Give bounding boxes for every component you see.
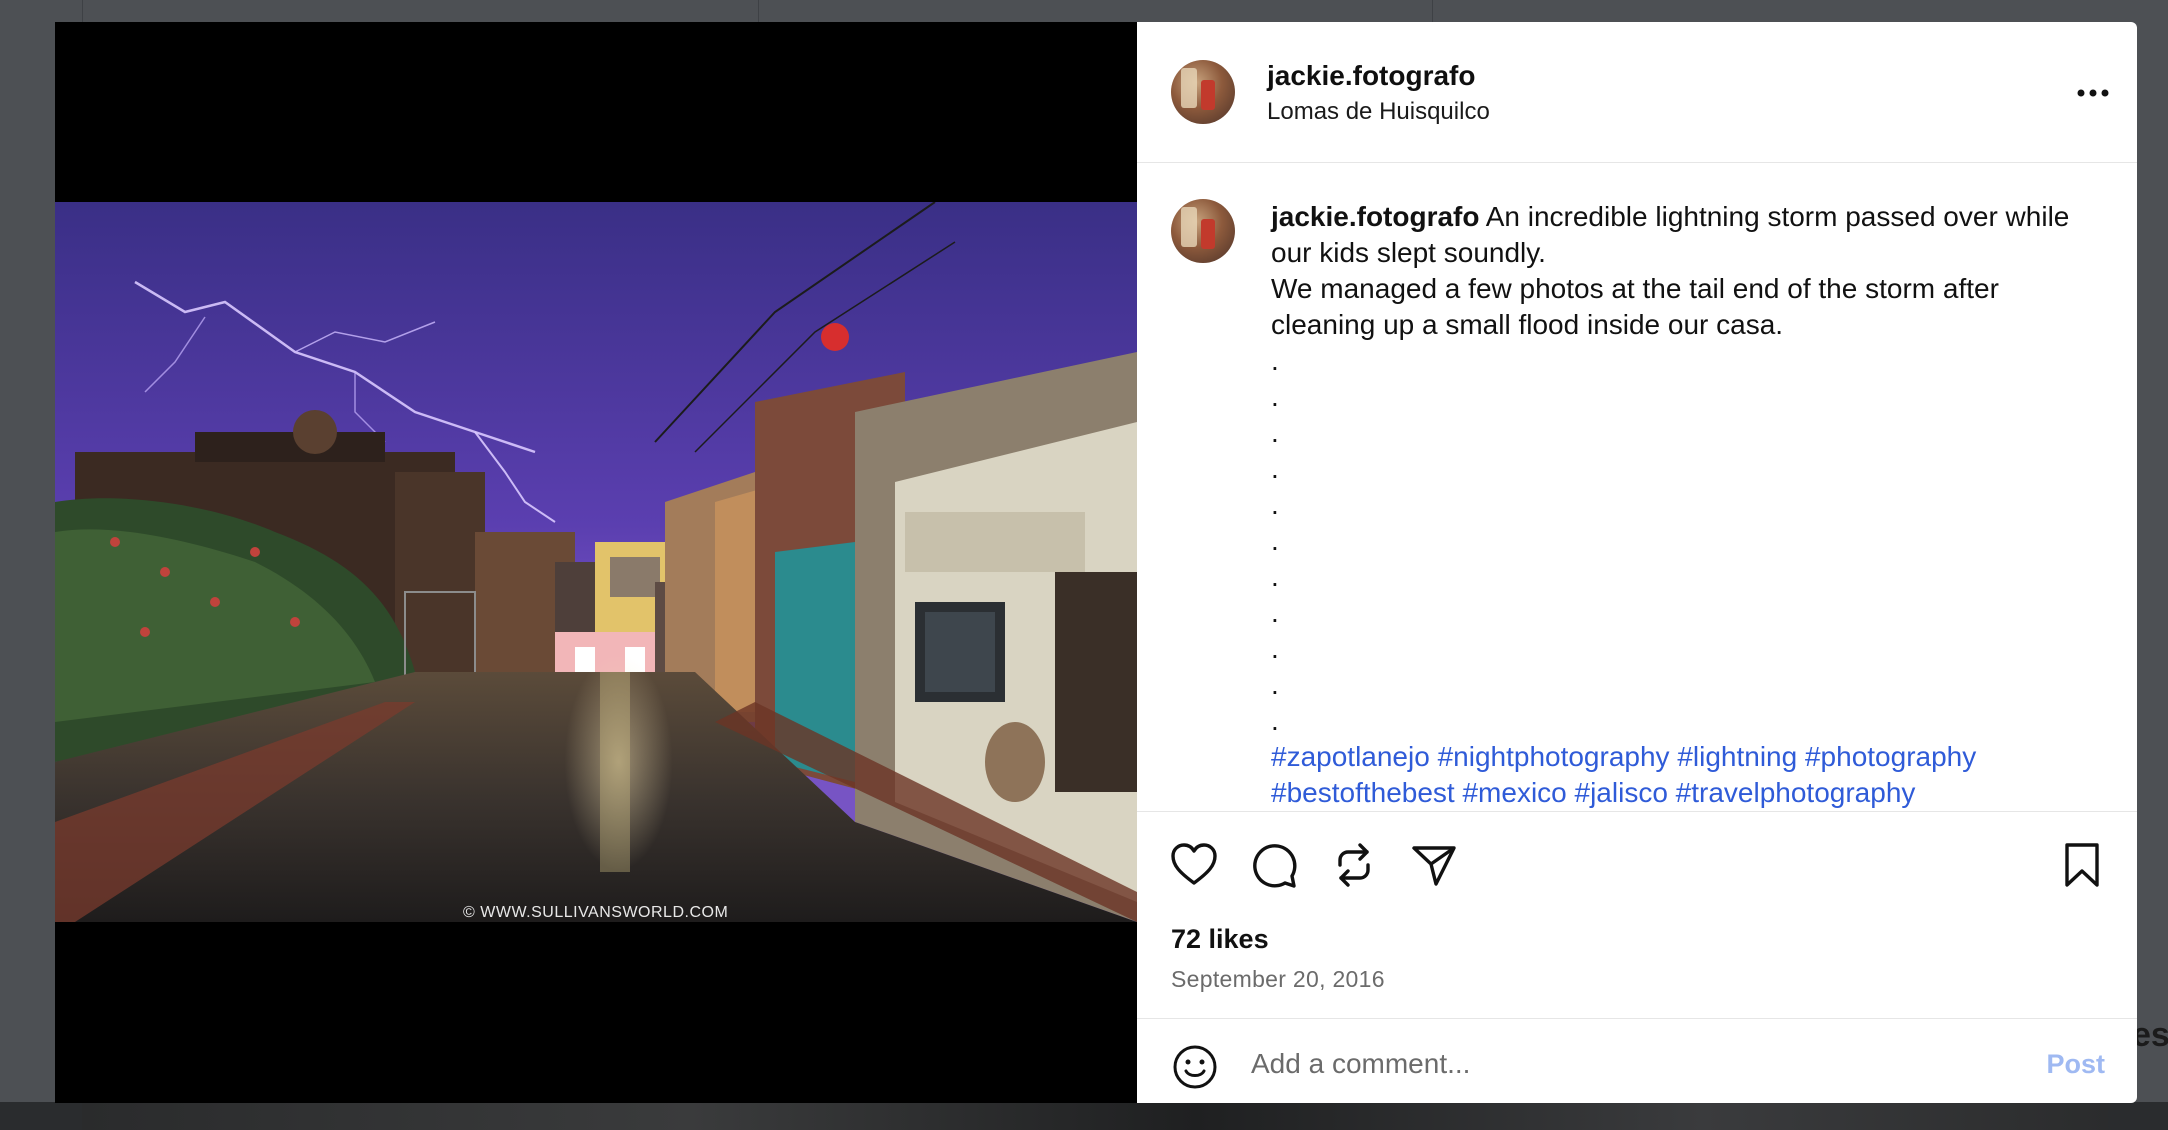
- avatar-detail: [1181, 207, 1197, 247]
- comment-bar: Post: [1137, 1018, 2137, 1103]
- photo-watermark: © WWW.SULLIVANSWORLD.COM: [463, 904, 729, 921]
- caption-dot: .: [1271, 525, 1279, 556]
- repost-icon[interactable]: [1329, 840, 1379, 890]
- avatar-detail: [1181, 68, 1197, 108]
- comments-scroll-area[interactable]: jackie.fotografo An incredible lightning…: [1137, 163, 2137, 811]
- backdrop-side-text: es: [2132, 1016, 2168, 1054]
- caption-dot: .: [1271, 633, 1279, 664]
- comment-icon[interactable]: [1249, 840, 1299, 890]
- comment-input[interactable]: [1249, 1037, 1953, 1091]
- caption-dot: .: [1271, 597, 1279, 628]
- caption-author-avatar[interactable]: [1171, 199, 1235, 263]
- caption-dot: .: [1271, 381, 1279, 412]
- post-comment-button[interactable]: Post: [2046, 1049, 2105, 1080]
- more-options-icon[interactable]: [2073, 86, 2113, 100]
- like-count[interactable]: 72 likes: [1171, 924, 1269, 955]
- caption-dot: .: [1271, 561, 1279, 592]
- backdrop-thumbnails: [82, 1102, 2108, 1130]
- post-header: jackie.fotografo Lomas de Huisquilco: [1137, 22, 2137, 163]
- send-icon[interactable]: [1409, 840, 1459, 890]
- caption-dot: .: [1271, 669, 1279, 700]
- author-avatar[interactable]: [1171, 60, 1235, 124]
- caption-dot: .: [1271, 417, 1279, 448]
- caption-dot: .: [1271, 453, 1279, 484]
- avatar-detail: [1201, 219, 1215, 249]
- author-username[interactable]: jackie.fotografo: [1267, 60, 1475, 92]
- post-date[interactable]: September 20, 2016: [1171, 966, 1385, 993]
- emoji-icon[interactable]: [1171, 1043, 1219, 1091]
- post-location[interactable]: Lomas de Huisquilco: [1267, 98, 1490, 126]
- caption-dot: .: [1271, 489, 1279, 520]
- heart-icon[interactable]: [1169, 840, 1219, 890]
- post-modal: © WWW.SULLIVANSWORLD.COM jackie.fotograf…: [55, 22, 2137, 1103]
- post-media[interactable]: © WWW.SULLIVANSWORLD.COM: [55, 22, 1137, 1103]
- caption-hashtags-line1[interactable]: #zapotlanejo #nightphotography #lightnin…: [1271, 741, 1976, 772]
- caption-dot: .: [1271, 705, 1279, 736]
- avatar-detail: [1201, 80, 1215, 110]
- post-photo: [55, 202, 1137, 922]
- caption-hashtags-line2[interactable]: #bestofthebest #mexico #jalisco #travelp…: [1271, 777, 1915, 808]
- bookmark-icon[interactable]: [2057, 840, 2107, 890]
- caption-dot: .: [1271, 345, 1279, 376]
- caption-text-line2: We managed a few photos at the tail end …: [1271, 273, 1999, 340]
- post-caption: jackie.fotografo An incredible lightning…: [1271, 199, 2091, 811]
- post-actions: 72 likes September 20, 2016 Post: [1137, 811, 2137, 1103]
- post-details-panel: jackie.fotografo Lomas de Huisquilco jac…: [1137, 22, 2137, 1103]
- caption-username[interactable]: jackie.fotografo: [1271, 201, 1479, 232]
